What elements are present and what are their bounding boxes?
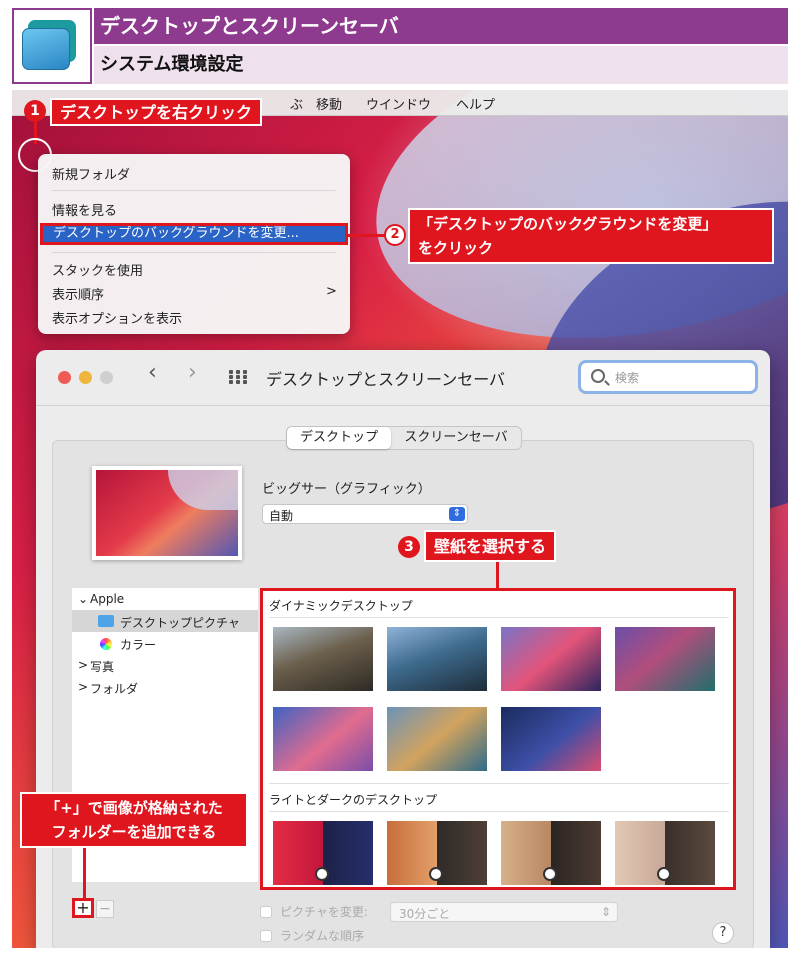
wallpaper-thumbnail[interactable] xyxy=(273,821,373,885)
step-1-callout: デスクトップを右クリック xyxy=(50,98,263,126)
close-button[interactable] xyxy=(58,371,71,384)
remove-folder-button[interactable]: − xyxy=(96,900,114,918)
minimize-button[interactable] xyxy=(79,371,92,384)
section-icon xyxy=(12,8,92,84)
back-icon[interactable]: ‹ xyxy=(148,360,157,385)
select-arrows-icon: ⇕ xyxy=(600,905,611,919)
menu-item-show-view-options[interactable]: 表示オプションを表示 xyxy=(52,308,182,327)
menu-divider xyxy=(52,190,336,191)
chevron-right-icon[interactable]: > xyxy=(78,658,88,672)
menu-item-change-background[interactable]: デスクトップのバックグラウンドを変更... xyxy=(40,223,348,245)
menu-view[interactable]: ぶ xyxy=(290,94,303,113)
change-interval-value: 30分ごと xyxy=(399,907,451,921)
menu-item-use-stacks[interactable]: スタックを使用 xyxy=(52,260,143,279)
desktop-background[interactable]: ぶ 移動 ウインドウ ヘルプ 1 デスクトップを右クリック 新規フォルダ 情報を… xyxy=(12,90,788,948)
step-3-callout: 壁紙を選択する xyxy=(424,530,557,562)
light-dark-mode-icon xyxy=(543,867,557,881)
leader-line xyxy=(83,848,86,898)
select-arrows-icon: ⇕ xyxy=(449,507,465,521)
change-picture-checkbox[interactable] xyxy=(260,906,272,918)
wallpaper-thumbnail[interactable] xyxy=(501,707,601,771)
add-folder-button[interactable]: + xyxy=(72,898,94,918)
random-order-label: ランダムな順序 xyxy=(280,929,365,943)
light-dark-mode-icon xyxy=(657,867,671,881)
wallpaper-thumbnail[interactable] xyxy=(501,627,601,691)
wallpaper-thumbnail[interactable] xyxy=(615,821,715,885)
menu-item-change-background-label: デスクトップのバックグラウンドを変更... xyxy=(53,226,299,241)
context-menu: 新規フォルダ 情報を見る デスクトップのバックグラウンドを変更... スタックを… xyxy=(38,154,350,334)
wallpaper-thumbnail[interactable] xyxy=(273,627,373,691)
show-all-grid-icon[interactable] xyxy=(229,370,247,384)
gallery-divider xyxy=(269,783,729,784)
window-titlebar: ‹ › デスクトップとスクリーンセーバ 検索 xyxy=(36,350,770,406)
chevron-down-icon[interactable]: ⌄ xyxy=(78,592,88,606)
wallpaper-gallery: ダイナミックデスクトップ ライトとダークのデスクトップ xyxy=(260,588,736,890)
step-2-badge: 2 xyxy=(384,224,406,246)
step-2-callout: 「デスクトップのバックグラウンドを変更」 をクリック xyxy=(408,208,774,264)
page-title: デスクトップとスクリーンセーバ xyxy=(94,8,788,44)
add-folder-callout-line1: 「+」で画像が格納された xyxy=(45,799,223,817)
sidebar-item-apple[interactable]: Apple xyxy=(90,592,124,606)
tab-switcher: デスクトップ スクリーンセーバ xyxy=(286,426,522,450)
add-folder-callout-line2: フォルダーを追加できる xyxy=(51,823,217,841)
sidebar-item-folders[interactable]: フォルダ xyxy=(90,680,138,697)
window-stack-icon xyxy=(22,28,70,70)
wallpaper-thumbnail[interactable] xyxy=(387,627,487,691)
menu-help[interactable]: ヘルプ xyxy=(456,94,495,113)
window-title: デスクトップとスクリーンセーバ xyxy=(266,370,506,389)
folder-icon xyxy=(98,615,114,627)
menu-item-get-info[interactable]: 情報を見る xyxy=(52,200,117,219)
sidebar-item-colors[interactable]: カラー xyxy=(120,636,156,653)
wallpaper-thumbnail[interactable] xyxy=(387,821,487,885)
step-2-callout-line1: 「デスクトップのバックグラウンドを変更」 xyxy=(418,215,718,233)
chevron-right-icon[interactable]: > xyxy=(78,680,88,694)
gallery-section-light-dark: ライトとダークのデスクトップ xyxy=(269,793,438,807)
light-dark-mode-icon xyxy=(315,867,329,881)
change-picture-label: ピクチャを変更: xyxy=(280,905,368,919)
step-3-badge: 3 xyxy=(398,536,420,558)
change-interval-select[interactable]: 30分ごと ⇕ xyxy=(390,902,618,922)
sidebar-item-photos[interactable]: 写真 xyxy=(90,658,114,675)
add-folder-callout: 「+」で画像が格納された フォルダーを追加できる xyxy=(20,792,248,848)
preview-sky xyxy=(168,470,238,510)
menu-divider xyxy=(52,252,336,253)
wallpaper-preview xyxy=(92,466,242,560)
menu-item-new-folder[interactable]: 新規フォルダ xyxy=(52,164,130,183)
step-1-badge: 1 xyxy=(24,100,46,122)
wallpaper-thumbnail[interactable] xyxy=(615,627,715,691)
search-input[interactable]: 検索 xyxy=(578,360,758,394)
gallery-divider xyxy=(269,617,729,618)
zoom-button[interactable] xyxy=(100,371,113,384)
leader-line xyxy=(496,562,499,588)
wallpaper-name: ビッグサー（グラフィック） xyxy=(262,482,431,497)
menu-go[interactable]: 移動 xyxy=(316,94,342,113)
gallery-section-dynamic: ダイナミックデスクトップ xyxy=(269,599,413,613)
wallpaper-thumbnail[interactable] xyxy=(501,821,601,885)
search-placeholder: 検索 xyxy=(615,371,640,385)
tab-desktop[interactable]: デスクトップ xyxy=(287,427,391,449)
wallpaper-thumbnail[interactable] xyxy=(387,707,487,771)
random-order-checkbox[interactable] xyxy=(260,930,272,942)
appearance-mode-select[interactable]: 自動 ⇕ xyxy=(262,504,468,524)
menu-window[interactable]: ウインドウ xyxy=(366,94,431,113)
wallpaper-thumbnail[interactable] xyxy=(273,707,373,771)
step-2-callout-line2: をクリック xyxy=(418,239,494,257)
chevron-right-icon: > xyxy=(326,284,337,299)
color-wheel-icon xyxy=(100,638,112,650)
help-button[interactable]: ? xyxy=(712,922,734,944)
forward-icon[interactable]: › xyxy=(188,360,197,385)
light-dark-mode-icon xyxy=(429,867,443,881)
system-preferences-window: ‹ › デスクトップとスクリーンセーバ 検索 デスクトップ スクリーンセーバ ビ… xyxy=(36,350,770,948)
appearance-mode-value: 自動 xyxy=(269,509,294,523)
menu-item-sort-by[interactable]: 表示順序 xyxy=(52,284,104,303)
leader-line xyxy=(348,234,388,237)
sidebar-item-desktop-pictures[interactable]: デスクトップピクチャ xyxy=(120,614,240,631)
search-icon xyxy=(591,369,605,383)
gallery-divider xyxy=(269,811,729,812)
tab-screen-saver[interactable]: スクリーンセーバ xyxy=(391,427,521,449)
page-subtitle: システム環境設定 xyxy=(94,46,788,84)
